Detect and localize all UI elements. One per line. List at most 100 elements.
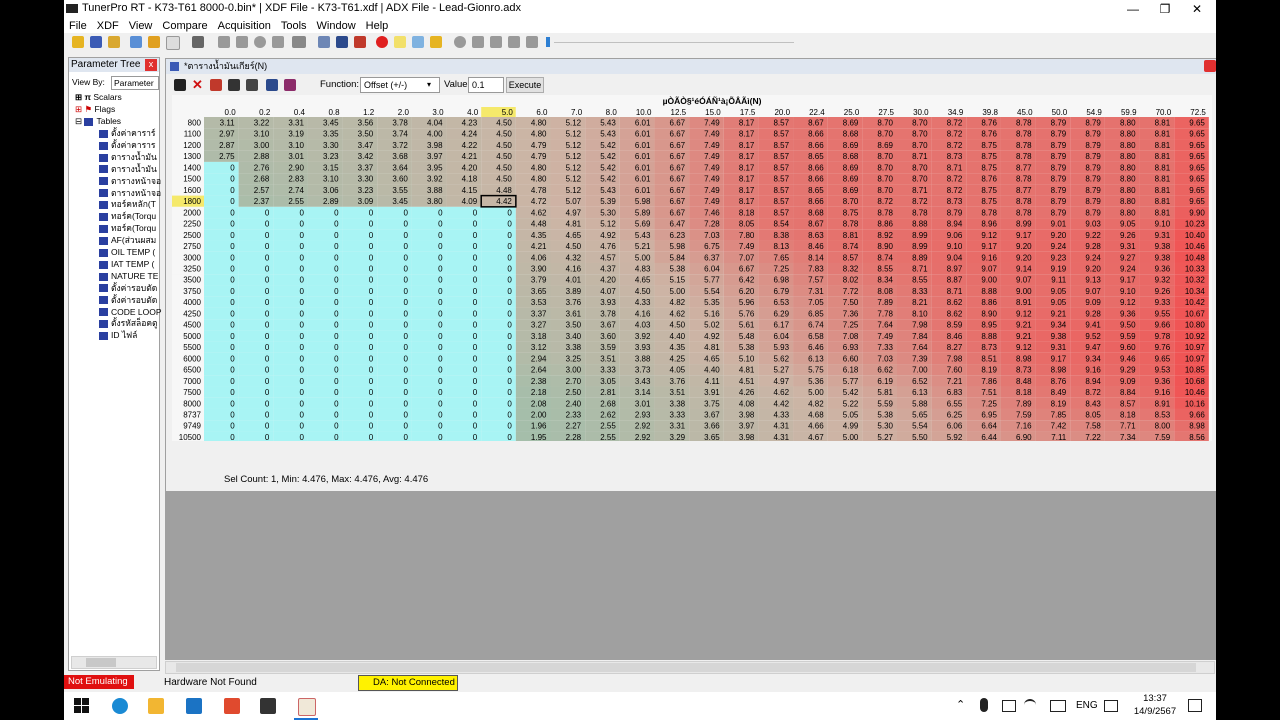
- table-cell-value: 2.40: [566, 399, 582, 408]
- text-icon[interactable]: [246, 79, 258, 91]
- tunerpro-taskbar-icon[interactable]: [298, 698, 316, 716]
- new-icon[interactable]: [166, 36, 180, 50]
- main-scroll-thumb[interactable]: [176, 663, 1196, 672]
- table-cell-value: 8.81: [1155, 152, 1171, 161]
- tree-scroll-thumb[interactable]: [86, 658, 116, 667]
- close-button[interactable]: ✕: [1180, 0, 1214, 18]
- axis-y-icon[interactable]: [284, 79, 296, 91]
- function-select[interactable]: Offset (+/-) ▾: [360, 77, 440, 93]
- axis-x-icon[interactable]: [266, 79, 278, 91]
- table-cell-value: 7.64: [877, 321, 893, 330]
- tree-table-item[interactable]: ตั้งค่ารอบตัด: [99, 295, 157, 306]
- menu-tools[interactable]: Tools: [276, 19, 312, 34]
- table-save-icon[interactable]: [174, 79, 186, 91]
- tree-table-item[interactable]: ตั้งค่าคาราร: [99, 140, 156, 151]
- pause-icon[interactable]: [490, 36, 502, 48]
- edge-icon[interactable]: [112, 698, 128, 714]
- tree-horizontal-scrollbar[interactable]: [71, 656, 157, 669]
- language-bar-icon[interactable]: [1104, 700, 1118, 712]
- windows-start-icon[interactable]: [74, 698, 90, 714]
- table-window-close-icon[interactable]: [1204, 60, 1216, 72]
- copy-icon[interactable]: [272, 36, 284, 48]
- tree-table-item[interactable]: ทอร์ค(Torqu: [99, 211, 156, 222]
- menu-help[interactable]: Help: [361, 19, 394, 34]
- tree-table-item[interactable]: ทอร์ค(Torqu: [99, 223, 156, 234]
- wifi-icon[interactable]: [1024, 699, 1036, 713]
- keyboard-icon[interactable]: [1050, 700, 1066, 712]
- column-header-label: 2.0: [398, 108, 410, 117]
- table-grid[interactable]: µÒÃÒ§¹éÓÁÑ¹à¡ÕÂÃì(N) 0.0 0.2 0.4 0.8 1.2 2.0 3.…: [172, 95, 1212, 441]
- chip-red-icon[interactable]: [354, 36, 366, 48]
- menu-view[interactable]: View: [124, 19, 158, 34]
- eject-icon[interactable]: [526, 36, 538, 48]
- swap-icon[interactable]: [336, 36, 348, 48]
- minimize-button[interactable]: —: [1116, 0, 1150, 18]
- tree-table-item[interactable]: ตั้งค่าคาราร์: [99, 128, 156, 139]
- note-icon[interactable]: [394, 36, 406, 48]
- clock-time[interactable]: 13:37: [1130, 693, 1180, 704]
- chip-app-icon[interactable]: [260, 698, 276, 714]
- save-icon[interactable]: [90, 36, 102, 48]
- app-red-icon[interactable]: [224, 698, 240, 714]
- file-explorer-icon[interactable]: [148, 698, 164, 714]
- folder-icon[interactable]: [430, 36, 442, 48]
- playback-slider-thumb[interactable]: [546, 37, 550, 47]
- tree-table-item[interactable]: CODE LOOP: [99, 307, 162, 318]
- menu-xdf[interactable]: XDF: [92, 19, 124, 34]
- tree-table-item[interactable]: IAT TEMP (: [99, 259, 154, 270]
- open-xdf-icon[interactable]: [108, 36, 120, 48]
- notification-icon[interactable]: [1188, 699, 1202, 712]
- up-arrow-icon[interactable]: [218, 36, 230, 48]
- tree-table-item[interactable]: NATURE TE: [99, 271, 158, 282]
- tree-table-item[interactable]: ตารางหน้าจอ: [99, 176, 161, 187]
- play-icon[interactable]: [472, 36, 484, 48]
- execute-button[interactable]: Execute: [506, 77, 544, 93]
- tree-table-item[interactable]: ID ไฟล์: [99, 330, 137, 341]
- menu-acquisition[interactable]: Acquisition: [213, 19, 276, 34]
- circle-icon[interactable]: [254, 36, 266, 48]
- menu-compare[interactable]: Compare: [157, 19, 212, 34]
- main-horizontal-scrollbar[interactable]: [165, 661, 1215, 674]
- tree-table-item[interactable]: ตารางหน้าจอ: [99, 188, 161, 199]
- wand-icon[interactable]: [192, 36, 204, 48]
- table-cell-value: 8.80: [1120, 119, 1136, 128]
- menu-window[interactable]: Window: [312, 19, 361, 34]
- chip-icon[interactable]: [292, 36, 306, 48]
- parameter-tree-close-icon[interactable]: x: [145, 59, 157, 71]
- chevron-up-icon[interactable]: ⌃: [956, 698, 965, 711]
- input-language[interactable]: ENG: [1076, 700, 1098, 711]
- tree-group-flags[interactable]: ⊞ ⚑ Flags: [75, 104, 115, 115]
- down-arrow-icon[interactable]: [236, 36, 248, 48]
- playback-slider-track[interactable]: [554, 42, 794, 43]
- scale-icon[interactable]: [228, 79, 240, 91]
- tree-table-item[interactable]: ทอร์คหลัก(T: [99, 199, 156, 210]
- record-gray-icon[interactable]: [454, 36, 466, 48]
- gauge-icon[interactable]: [412, 36, 424, 48]
- tree-table-item[interactable]: AF(ส่วนผสม: [99, 235, 156, 246]
- mail-icon[interactable]: [186, 698, 202, 714]
- tree-table-item[interactable]: OIL TEMP (: [99, 247, 155, 258]
- open-folder-icon[interactable]: [72, 36, 84, 48]
- tree-table-item[interactable]: ตั้งรหัสล็อคตู: [99, 318, 158, 329]
- table-cell-value: 0: [507, 321, 512, 330]
- edit-icon[interactable]: [130, 36, 142, 48]
- tree-group-scalars[interactable]: ⊞ π Scalars: [75, 92, 122, 103]
- graph-icon[interactable]: [210, 79, 222, 91]
- record-icon[interactable]: [376, 36, 388, 48]
- table-close-x-icon[interactable]: ✕: [192, 77, 203, 93]
- tree-table-item[interactable]: ตารางน้ำมัน: [99, 164, 157, 175]
- compare-icon[interactable]: [148, 36, 160, 48]
- table-cell-value: 0: [438, 399, 443, 408]
- maximize-button[interactable]: ❐: [1148, 0, 1182, 18]
- menu-file[interactable]: File: [64, 19, 92, 34]
- tree-table-item[interactable]: ตั้งค่ารอบตัด: [99, 283, 157, 294]
- value-input[interactable]: 0.1: [468, 77, 504, 93]
- tree-table-item[interactable]: ตารางน้ำมัน: [99, 152, 157, 163]
- link-icon[interactable]: [318, 36, 330, 48]
- speaker-icon[interactable]: [1002, 700, 1016, 712]
- microphone-icon[interactable]: [980, 698, 988, 712]
- tree-group-tables[interactable]: ⊟ Tables: [75, 116, 121, 127]
- stop-icon[interactable]: [508, 36, 520, 48]
- view-by-select[interactable]: Parameter: [111, 76, 159, 90]
- clock-date[interactable]: 14/9/2567: [1130, 706, 1180, 717]
